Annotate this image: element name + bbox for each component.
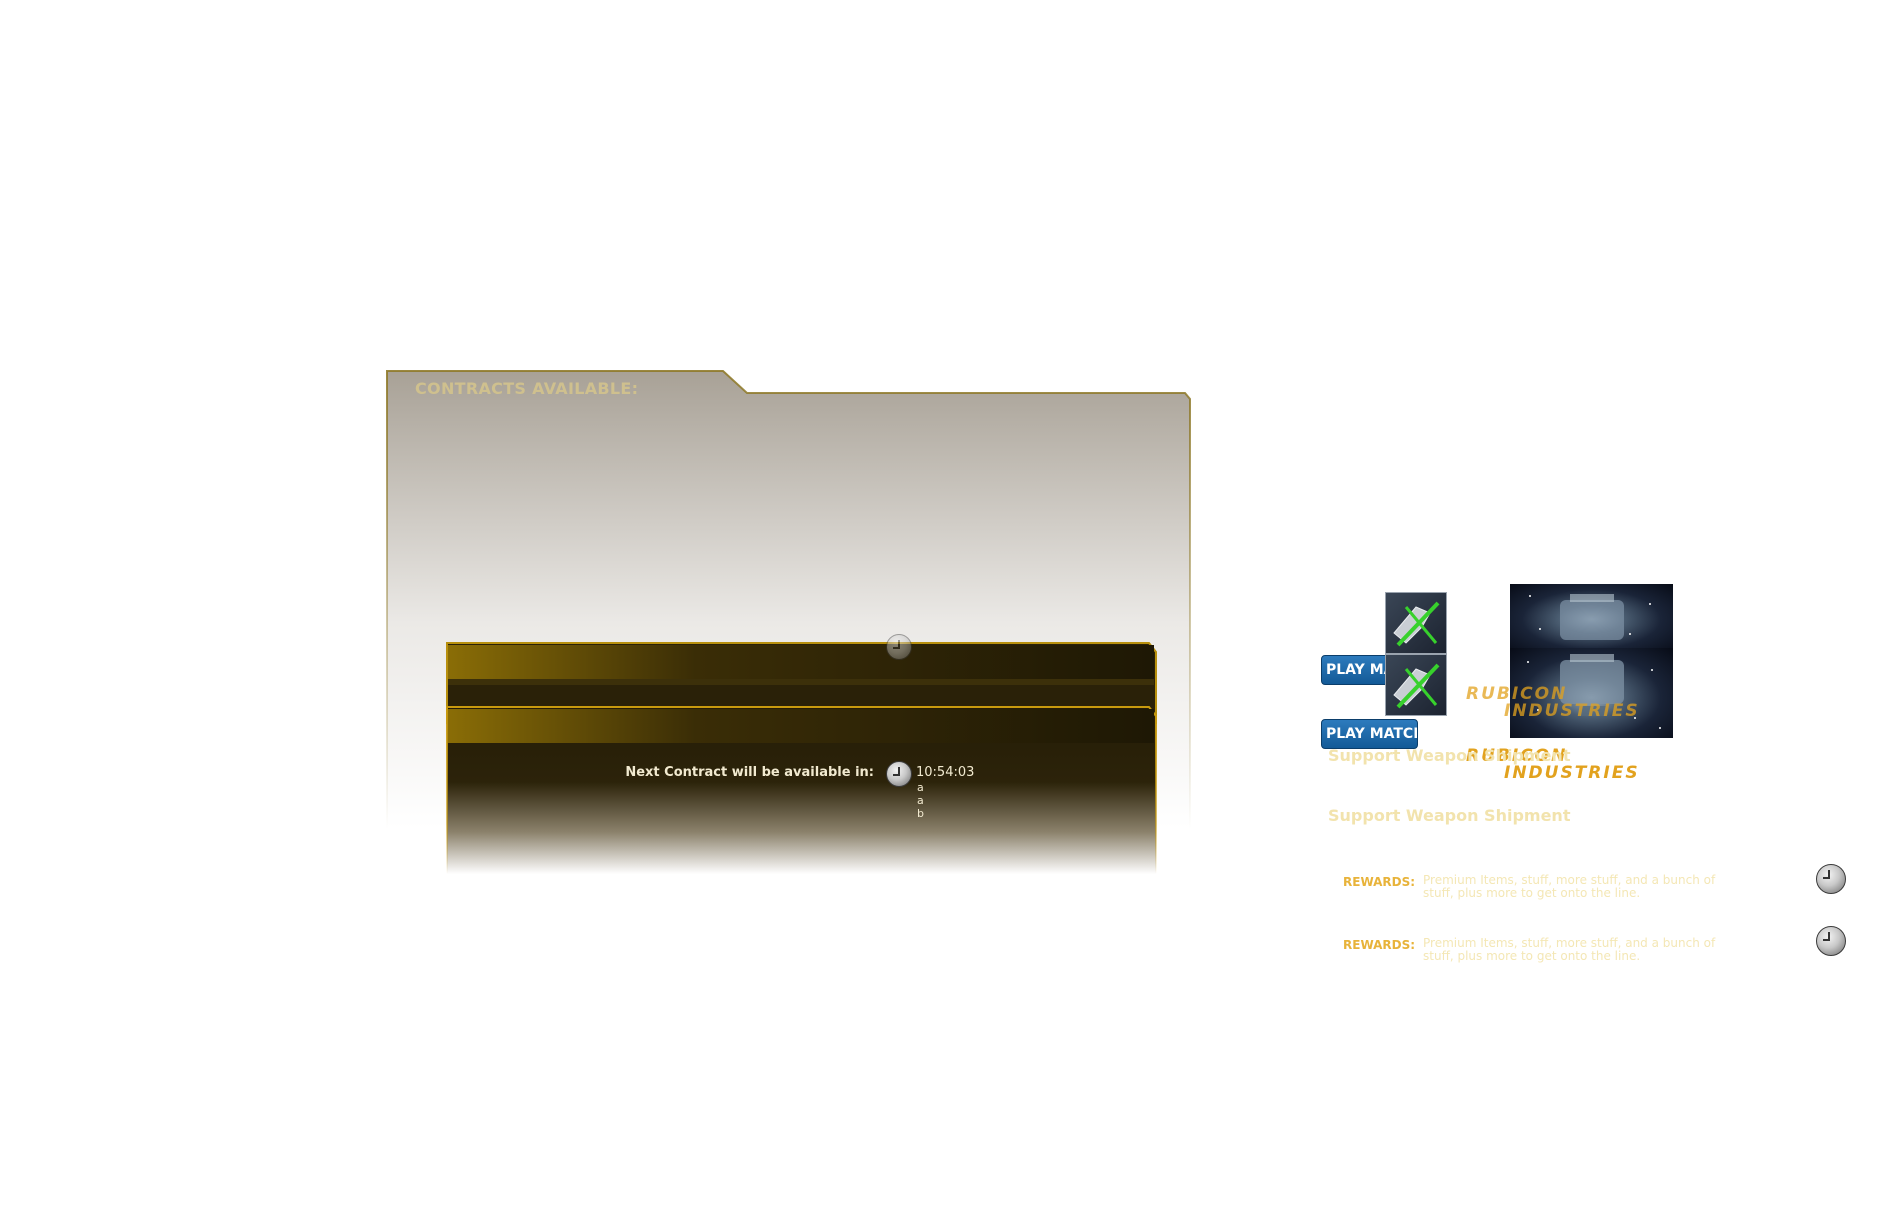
next-contract-label: Next Contract will be available in: [625, 765, 874, 780]
contract-image [1510, 584, 1673, 648]
rewards-label: REWARDS: [1343, 875, 1416, 889]
panel-title: CONTRACTS AVAILABLE: [415, 379, 639, 398]
play-match-button[interactable]: PLAY MATCH [1321, 719, 1418, 749]
weapon-icon [1385, 592, 1447, 654]
brand-logo: RUBICON INDUSTRIES [1466, 684, 1640, 721]
contract-card: Next Contract will be available in: 10:5… [446, 706, 1158, 874]
contract-title: Support Weapon Shipment [1328, 806, 1571, 825]
timer-letters: a a b [917, 781, 924, 820]
contract-timer: 10:54:03 [916, 765, 975, 780]
contract-title: Support Weapon Shipment [1328, 746, 1571, 765]
clock-icon [886, 634, 912, 660]
play-match-button[interactable]: PLAY MATCH [1321, 655, 1389, 685]
rewards-label: REWARDS: [1343, 938, 1416, 952]
clock-icon [1816, 926, 1846, 956]
rewards-text: Premium Items, stuff, more stuff, and a … [1423, 936, 1716, 963]
weapon-icon [1385, 654, 1447, 716]
rewards-text: Premium Items, stuff, more stuff, and a … [1423, 873, 1716, 900]
clock-icon [1816, 864, 1846, 894]
clock-icon [886, 761, 912, 787]
